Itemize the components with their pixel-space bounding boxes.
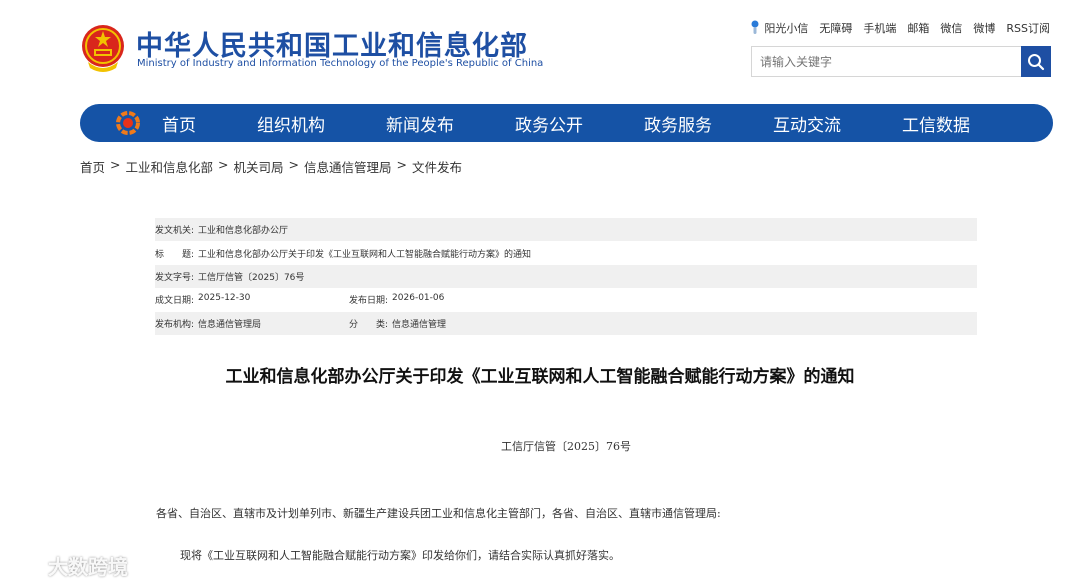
search-button[interactable] <box>1021 46 1051 77</box>
miit-logo-icon[interactable] <box>114 109 142 137</box>
meta-label: 标 题: <box>155 249 195 260</box>
nav-gov-affairs[interactable]: 政务公开 <box>515 111 583 136</box>
document-title: 工业和信息化部办公厅关于印发《工业互联网和人工智能融合赋能行动方案》的通知 <box>225 367 855 387</box>
watermark: 大数跨境 <box>8 551 128 580</box>
nav-news[interactable]: 新闻发布 <box>386 111 454 136</box>
meta-row-org: 发布机构: 信息通信管理局 分 类: 信息通信管理 <box>155 311 977 335</box>
meta-row-dates: 成文日期: 2025-12-30 发布日期: 2026-01-06 <box>155 288 977 311</box>
meta-row-title: 标 题: 工业和信息化部办公厅关于印发《工业互联网和人工智能融合赋能行动方案》的通… <box>155 241 977 264</box>
breadcrumb-documents[interactable]: 文件发布 <box>412 157 462 176</box>
meta-value: 信息通信管理局 <box>198 319 262 330</box>
nav-organization[interactable]: 组织机构 <box>257 111 325 136</box>
meta-label: 发文机关: <box>155 226 195 237</box>
link-sunshine-label: 阳光小信 <box>764 22 809 35</box>
nav-gov-services[interactable]: 政务服务 <box>644 111 712 136</box>
watermark-logo-icon <box>9 557 46 574</box>
breadcrumb-separator: > <box>218 157 229 172</box>
breadcrumb-departments[interactable]: 机关司局 <box>234 157 284 176</box>
link-sunshine[interactable]: 阳光小信 <box>750 20 808 36</box>
link-mail[interactable]: 邮箱 <box>907 20 929 36</box>
breadcrumb-separator: > <box>396 157 407 172</box>
meta-value: 工信厅信管〔2025〕76号 <box>198 272 305 283</box>
meta-value: 工业和信息化部办公厅关于印发《工业互联网和人工智能融合赋能行动方案》的通知 <box>198 249 532 260</box>
breadcrumb-separator: > <box>288 157 299 172</box>
breadcrumb-home[interactable]: 首页 <box>80 157 105 176</box>
top-links: 阳光小信 无障碍 手机端 邮箱 微信 微博 RSS订阅 <box>739 20 1050 36</box>
link-accessibility[interactable]: 无障碍 <box>819 20 852 36</box>
nav-interaction[interactable]: 互动交流 <box>773 111 841 136</box>
meta-label: 发布机构: <box>155 319 195 330</box>
watermark-text: 大数跨境 <box>48 555 128 579</box>
main-nav: 首页 组织机构 新闻发布 政务公开 政务服务 互动交流 工信数据 <box>80 104 1053 142</box>
breadcrumb-ministry[interactable]: 工业和信息化部 <box>126 157 214 176</box>
national-emblem-icon[interactable] <box>80 22 126 74</box>
document-addressee: 各省、自治区、直辖市及计划单列市、新疆生产建设兵团工业和信息化主管部门，各省、自… <box>156 507 721 520</box>
breadcrumb: 首页 > 工业和信息化部 > 机关司局 > 信息通信管理局 > 文件发布 <box>80 157 462 176</box>
meta-label: 发布日期: <box>349 296 389 307</box>
nav-home[interactable]: 首页 <box>162 111 196 136</box>
document-number: 工信厅信管〔2025〕76号 <box>501 440 631 453</box>
breadcrumb-separator: > <box>110 157 121 172</box>
meta-value: 2026-01-06 <box>392 293 445 304</box>
meta-label: 成文日期: <box>155 296 195 307</box>
link-wechat[interactable]: 微信 <box>940 20 962 36</box>
meta-row-issuer: 发文机关: 工业和信息化部办公厅 <box>155 218 977 242</box>
link-weibo[interactable]: 微博 <box>973 20 995 36</box>
document-body: 现将《工业互联网和人工智能融合赋能行动方案》印发给你们，请结合实际认真抓好落实。 <box>180 549 620 562</box>
search-input[interactable] <box>751 46 1021 77</box>
site-header: 中华人民共和国工业和信息化部 Ministry of Industry and … <box>0 0 1080 100</box>
mascot-icon <box>751 20 759 34</box>
meta-label: 发文字号: <box>155 272 195 283</box>
search-icon <box>1028 53 1045 70</box>
link-rss[interactable]: RSS订阅 <box>1006 20 1050 36</box>
link-mobile[interactable]: 手机端 <box>863 20 896 36</box>
meta-value: 2025-12-30 <box>198 293 251 304</box>
nav-data[interactable]: 工信数据 <box>902 111 970 136</box>
meta-row-docno: 发文字号: 工信厅信管〔2025〕76号 <box>155 264 977 289</box>
breadcrumb-ict-bureau[interactable]: 信息通信管理局 <box>304 157 392 176</box>
meta-value: 工业和信息化部办公厅 <box>198 226 289 237</box>
site-subtitle: Ministry of Industry and Information Tec… <box>137 58 544 69</box>
document-meta-table: 发文机关: 工业和信息化部办公厅 标 题: 工业和信息化部办公厅关于印发《工业互联网… <box>155 218 977 335</box>
meta-label: 分 类: <box>349 319 389 330</box>
meta-value: 信息通信管理 <box>392 319 447 330</box>
